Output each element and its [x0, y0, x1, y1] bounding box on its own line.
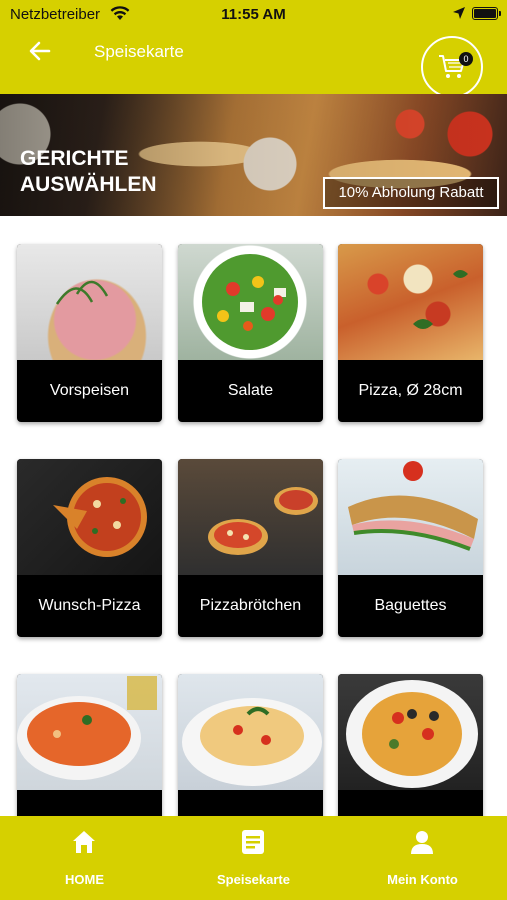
- category-card-gnocchi[interactable]: [17, 674, 162, 816]
- nav-label: Mein Konto: [387, 872, 458, 887]
- nav-speisekarte[interactable]: Speisekarte: [169, 816, 338, 900]
- location-arrow-icon: [453, 7, 465, 19]
- category-label: Pizza, Ø 28cm: [358, 382, 463, 399]
- category-card-salate[interactable]: Salate: [178, 244, 323, 422]
- nav-mein-konto[interactable]: Mein Konto: [338, 816, 507, 900]
- promo-banner: GERICHTE AUSWÄHLEN 10% Abholung Rabatt: [0, 94, 507, 216]
- cart-button[interactable]: 0: [421, 36, 483, 98]
- banner-title: GERICHTE AUSWÄHLEN: [20, 147, 157, 196]
- discount-badge: 10% Abholung Rabatt: [323, 177, 499, 209]
- home-icon: [73, 831, 95, 853]
- category-card-pizzabroetchen[interactable]: Pizzabrötchen: [178, 459, 323, 637]
- custom-pizza-image: [17, 459, 162, 575]
- category-label: Salate: [227, 382, 274, 399]
- arrow-left-icon: [29, 41, 51, 61]
- nav-label: Speisekarte: [217, 872, 290, 887]
- back-button[interactable]: [24, 36, 56, 66]
- salad-image: [178, 244, 323, 360]
- category-label: [338, 790, 483, 816]
- category-label: Baguettes: [374, 597, 447, 614]
- pizza-image: [338, 244, 483, 360]
- nav-label: HOME: [65, 872, 104, 887]
- category-label: [17, 790, 162, 816]
- category-label: Wunsch-Pizza: [38, 597, 141, 614]
- baguette-image: [338, 459, 483, 575]
- pizza-roll-image: [178, 459, 323, 575]
- bottom-navigation: HOME Speisekarte Mein Konto: [0, 816, 507, 900]
- ham-appetizer-image: [17, 244, 162, 360]
- category-label: Vorspeisen: [49, 382, 130, 399]
- status-bar: Netzbetreiber 11:55 AM: [0, 0, 507, 28]
- category-card-wunsch-pizza[interactable]: Wunsch-Pizza: [17, 459, 162, 637]
- category-grid: Vorspeisen Salate Pizza, Ø 28cm Wunsch-P…: [0, 216, 507, 816]
- pasta-image: [178, 674, 323, 790]
- menu-list-icon: [242, 830, 264, 854]
- category-label: Pizzabrötchen: [199, 597, 302, 614]
- clock: 11:55 AM: [221, 6, 286, 23]
- spaghetti-image: [338, 674, 483, 790]
- nav-home[interactable]: HOME: [0, 816, 169, 900]
- cart-count-badge: 0: [459, 52, 473, 66]
- user-icon: [411, 831, 433, 854]
- category-card-spaghetti[interactable]: [338, 674, 483, 816]
- category-card-baguettes[interactable]: Baguettes: [338, 459, 483, 637]
- page-title: Speisekarte: [94, 42, 184, 61]
- category-card-pasta[interactable]: [178, 674, 323, 816]
- category-label: [178, 790, 323, 816]
- battery-icon: [472, 7, 501, 20]
- gnocchi-image: [17, 674, 162, 790]
- category-card-vorspeisen[interactable]: Vorspeisen: [17, 244, 162, 422]
- category-card-pizza[interactable]: Pizza, Ø 28cm: [338, 244, 483, 422]
